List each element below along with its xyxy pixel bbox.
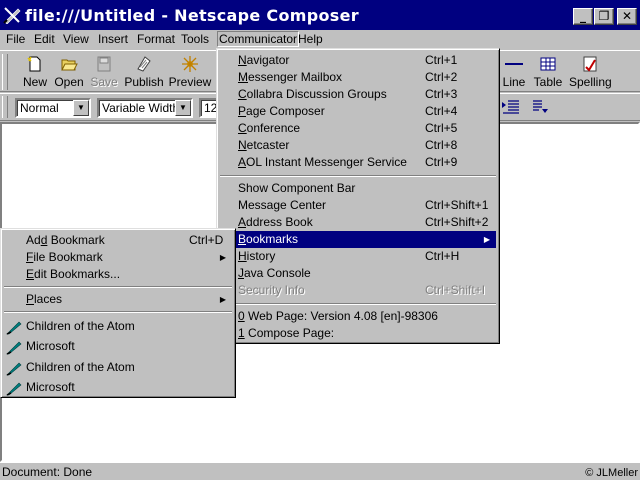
new-page-icon [26, 55, 44, 73]
decrease-indent-icon[interactable] [532, 99, 550, 118]
font-select[interactable]: Variable Width ▼ [97, 98, 193, 118]
save-button[interactable]: Save [88, 53, 120, 91]
menu-separator [4, 286, 232, 288]
menu-view[interactable]: View [62, 32, 90, 48]
bookmark-item[interactable]: Children of the Atom [4, 359, 232, 376]
window-title: file:///Untitled - Netscape Composer [25, 6, 359, 25]
dropdown-arrow-icon[interactable]: ▼ [175, 100, 191, 116]
open-button[interactable]: Open [53, 53, 85, 91]
menu-item-security-info: Security Info Ctrl+Shift+I [238, 283, 486, 297]
menu-item-show-component-bar[interactable]: Show Component Bar [220, 180, 496, 197]
status-bar: Document: Done © JLMeller [0, 462, 640, 480]
close-button[interactable]: ✕ [617, 8, 637, 25]
menu-item-address-book[interactable]: Address Book Ctrl+Shift+2 [220, 214, 496, 231]
status-text: Document: Done [2, 465, 93, 479]
bookmark-quill-icon [6, 341, 22, 355]
title-bar: file:///Untitled - Netscape Composer _ ❐… [0, 0, 640, 30]
communicator-menu: Navigator Ctrl+1 Messenger Mailbox Ctrl+… [216, 48, 500, 344]
spelling-icon [581, 55, 599, 73]
publish-icon [135, 55, 153, 73]
table-button[interactable]: Table [532, 53, 564, 91]
bookmark-item[interactable]: Children of the Atom [4, 318, 232, 335]
copyright-text: © JLMeller [585, 467, 638, 479]
menu-insert[interactable]: Insert [97, 32, 129, 48]
menu-item-file-bookmark[interactable]: File Bookmark ▶ [4, 249, 232, 266]
menu-help[interactable]: Help [297, 32, 324, 48]
submenu-arrow-icon: ▶ [219, 253, 226, 262]
bookmark-item[interactable]: Microsoft [4, 338, 232, 355]
preview-button[interactable]: Preview [168, 53, 212, 91]
menu-item-history[interactable]: History Ctrl+H [220, 248, 496, 265]
menu-item-collabra[interactable]: Collabra Discussion Groups Ctrl+3 [220, 86, 496, 103]
preview-icon [181, 55, 199, 73]
menu-item-window-web-page[interactable]: 0 Web Page: Version 4.08 [en]-98306 [220, 308, 496, 325]
menu-file[interactable]: File [5, 32, 26, 48]
toolbar-grip[interactable] [2, 54, 8, 90]
bookmark-item[interactable]: Microsoft [4, 379, 232, 396]
increase-indent-icon[interactable] [502, 99, 520, 118]
menu-item-page-composer[interactable]: Page Composer Ctrl+4 [220, 103, 496, 120]
menu-bar: File Edit View Insert Format Tools Commu… [0, 30, 640, 49]
menu-communicator[interactable]: Communicator [217, 31, 300, 47]
menu-item-messenger-mailbox[interactable]: Messenger Mailbox Ctrl+2 [220, 69, 496, 86]
table-icon [539, 55, 557, 73]
bookmark-quill-icon [6, 321, 22, 335]
menu-tools[interactable]: Tools [180, 32, 210, 48]
maximize-button[interactable]: ❐ [594, 8, 614, 25]
menu-separator [4, 311, 232, 313]
publish-button[interactable]: Publish [124, 53, 164, 91]
menu-item-edit-bookmarks[interactable]: Edit Bookmarks... [4, 266, 232, 283]
spelling-button[interactable]: Spelling [569, 53, 612, 91]
submenu-arrow-icon: ▶ [483, 235, 490, 244]
minimize-button[interactable]: _ [573, 8, 593, 25]
open-folder-icon [60, 55, 78, 73]
menu-item-places[interactable]: Places ▶ [4, 291, 232, 308]
bookmarks-submenu: Add Bookmark Ctrl+D File Bookmark ▶ Edit… [0, 228, 236, 398]
horizontal-line-icon [505, 55, 523, 73]
format-toolbar-grip[interactable] [2, 96, 8, 118]
menu-item-aol-instant-messenger[interactable]: AOL Instant Messenger Service Ctrl+9 [220, 154, 496, 171]
menu-item-java-console[interactable]: Java Console [220, 265, 496, 282]
menu-item-message-center[interactable]: Message Center Ctrl+Shift+1 [220, 197, 496, 214]
menu-edit[interactable]: Edit [33, 32, 56, 48]
menu-item-conference[interactable]: Conference Ctrl+5 [220, 120, 496, 137]
menu-item-add-bookmark[interactable]: Add Bookmark Ctrl+D [4, 232, 232, 249]
menu-separator [220, 303, 496, 305]
paragraph-style-select[interactable]: Normal ▼ [15, 98, 91, 118]
line-button[interactable]: Line [500, 53, 528, 91]
menu-item-window-compose-page[interactable]: 1 Compose Page: [220, 325, 496, 342]
menu-separator [220, 175, 496, 177]
submenu-arrow-icon: ▶ [219, 295, 226, 304]
new-button[interactable]: New [18, 53, 52, 91]
menu-item-navigator[interactable]: Navigator Ctrl+1 [220, 52, 496, 69]
menu-format[interactable]: Format [136, 32, 176, 48]
netscape-composer-icon [3, 7, 21, 24]
bookmark-quill-icon [6, 362, 22, 376]
menu-item-netcaster[interactable]: Netcaster Ctrl+8 [220, 137, 496, 154]
dropdown-arrow-icon[interactable]: ▼ [73, 100, 89, 116]
menu-item-bookmarks[interactable]: Bookmarks ▶ [220, 231, 496, 248]
save-disk-icon [95, 55, 113, 73]
bookmark-quill-icon [6, 382, 22, 396]
